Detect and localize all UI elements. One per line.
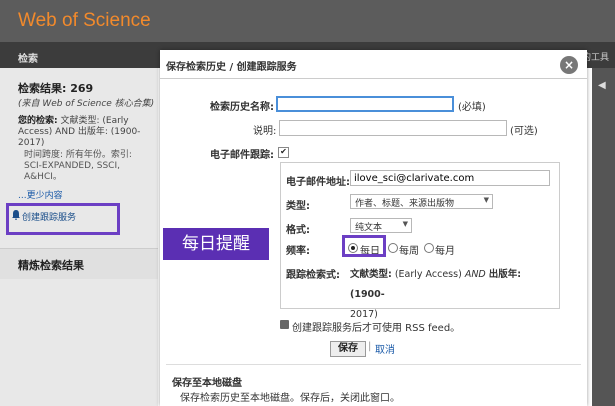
refine-label: 精炼检索结果 [18,259,84,272]
daily-reminder-callout: 每日提醒 [163,228,269,260]
freq-monthly-radio[interactable] [424,243,434,253]
create-alert-link[interactable]: 创建跟踪服务 [22,210,76,223]
divider [166,364,581,365]
history-name-label: 检索历史名称: [210,102,274,113]
freq-monthly-label: 每月 [435,246,455,257]
alert-query-value: 文献类型: (Early Access) AND 出版年: (1900- 201… [350,265,555,325]
nav-search-link[interactable]: 检索 [18,50,38,65]
history-name-input[interactable] [276,96,454,112]
cancel-link[interactable]: 取消 [375,341,395,356]
right-sidebar [592,68,615,406]
required-hint: (必填) [458,102,486,113]
bell-icon [12,210,20,220]
alert-query-label: 跟踪检索式: [286,270,340,281]
description-label: 说明: [253,126,277,137]
freq-weekly-label: 每周 [399,246,419,257]
chevron-down-icon: ▼ [483,196,489,204]
optional-hint: (可选) [510,126,538,137]
button-separator: | [368,341,372,352]
dialog-title: 保存检索历史 / 创建跟踪服务 [166,62,297,73]
description-input[interactable] [279,120,507,136]
results-count: 检索结果: 269 [18,82,94,95]
query-doctype-label: 文献类型: [350,269,392,280]
less-link[interactable]: ...更少内容 [18,188,63,201]
format-select-value: 纯文本 [355,223,383,233]
rss-note: 创建跟踪服务后才可使用 RSS feed。 [292,323,461,334]
query-and-operator: AND [464,269,486,280]
format-select[interactable]: 纯文本 ▼ [350,218,412,233]
chevron-down-icon: ▼ [402,220,408,228]
refine-results-header: 精炼检索结果 [0,248,158,279]
email-address-label: 电子邮件地址: [286,177,350,188]
type-select[interactable]: 作者、标题、来源出版物 ▼ [350,194,493,209]
daily-highlight-box [342,235,386,257]
frequency-label: 频率: [286,246,310,257]
close-button[interactable]: × [560,56,578,74]
type-select-value: 作者、标题、来源出版物 [355,199,455,209]
save-button[interactable]: 保存 [330,341,366,357]
save-local-title: 保存至本地磁盘 [172,378,242,389]
freq-weekly-radio[interactable] [388,243,398,253]
format-label: 格式: [286,225,310,236]
type-label: 类型: [286,201,310,212]
brand-logo[interactable]: Web of Science [18,10,151,32]
timespan-text: 时间跨度: 所有年份。索引: SCI-EXPANDED, SSCI, A&HCI… [24,150,132,182]
save-local-description: 保存检索历史至本地磁盘。保存后，关闭此窗口。 [180,393,400,404]
email-address-input[interactable] [350,170,550,186]
email-alert-label: 电子邮件跟踪: [210,150,274,161]
collapse-arrow-icon[interactable]: ◀ [598,80,606,91]
query-doctype-value: (Early Access) [394,269,462,280]
email-alert-checkbox[interactable]: ✔ [278,147,289,158]
rss-icon [280,320,289,329]
query-label: 您的检索: [18,116,58,126]
search-query-summary: 您的检索: 文献类型: (Early Access) AND 出版年: (190… [18,116,148,149]
results-source: (来自 Web of Science 核心合集) [18,99,155,109]
